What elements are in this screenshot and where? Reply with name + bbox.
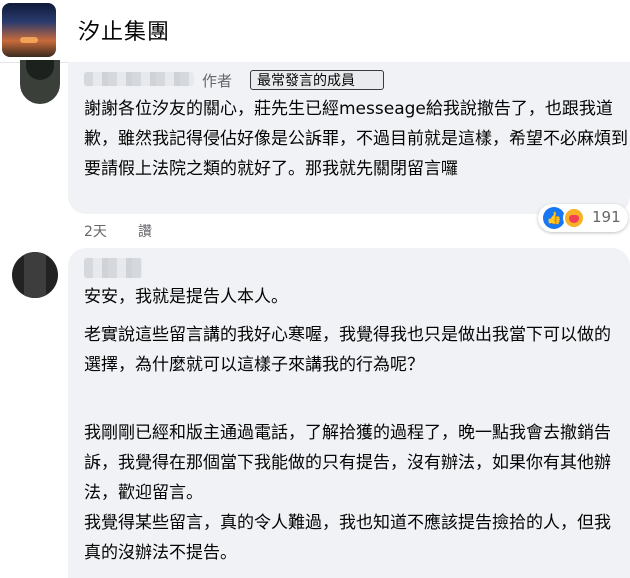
comment2-paragraph: 安安，我就是提告人本人。	[84, 287, 288, 307]
comment1-text: 謝謝各位汐友的關心，莊先生已經messeage給我說撤告了，也跟我道歉，雖然我記…	[84, 99, 628, 179]
comment2-paragraph: 我覺得某些留言，真的令人難過，我也知道不應該提告撿拾的人，但我真的沒辦法不提告。	[84, 513, 611, 563]
care-heart-shape	[569, 215, 579, 223]
group-avatar[interactable]	[2, 3, 56, 57]
top-contributor-badge: 最常發言的成員	[250, 70, 384, 90]
group-header: 汐止集團	[0, 0, 630, 60]
comment2-paragraph: 老實說這些留言講的我好心寒喔，我覺得我也只是做出我當下可以做的選擇，為什麼就可以…	[84, 325, 611, 375]
comment1-author-name-blurred[interactable]	[84, 72, 194, 86]
group-name[interactable]: 汐止集團	[78, 14, 170, 46]
like-icon: 👍	[543, 207, 565, 229]
group-avatar-image	[20, 37, 38, 43]
comment2-author-name-blurred[interactable]	[84, 258, 142, 278]
comment2-avatar-image	[24, 252, 46, 298]
reaction-count: 191	[592, 208, 621, 226]
comment1-timestamp[interactable]: 2天	[84, 221, 107, 241]
comment1-avatar[interactable]	[20, 60, 60, 104]
care-icon	[563, 207, 585, 229]
author-tag: 作者	[202, 72, 233, 90]
comment2-paragraph: 我剛剛已經和版主通過電話，了解拾獲的過程了，晚一點我會去撤銷告訴，我覺得在那個當…	[84, 423, 611, 503]
comment1-like-button[interactable]: 讚	[138, 221, 152, 241]
comment2-avatar[interactable]	[12, 252, 58, 298]
comment1-avatar-image	[26, 60, 54, 80]
reaction-summary[interactable]: 👍 191	[538, 204, 628, 232]
